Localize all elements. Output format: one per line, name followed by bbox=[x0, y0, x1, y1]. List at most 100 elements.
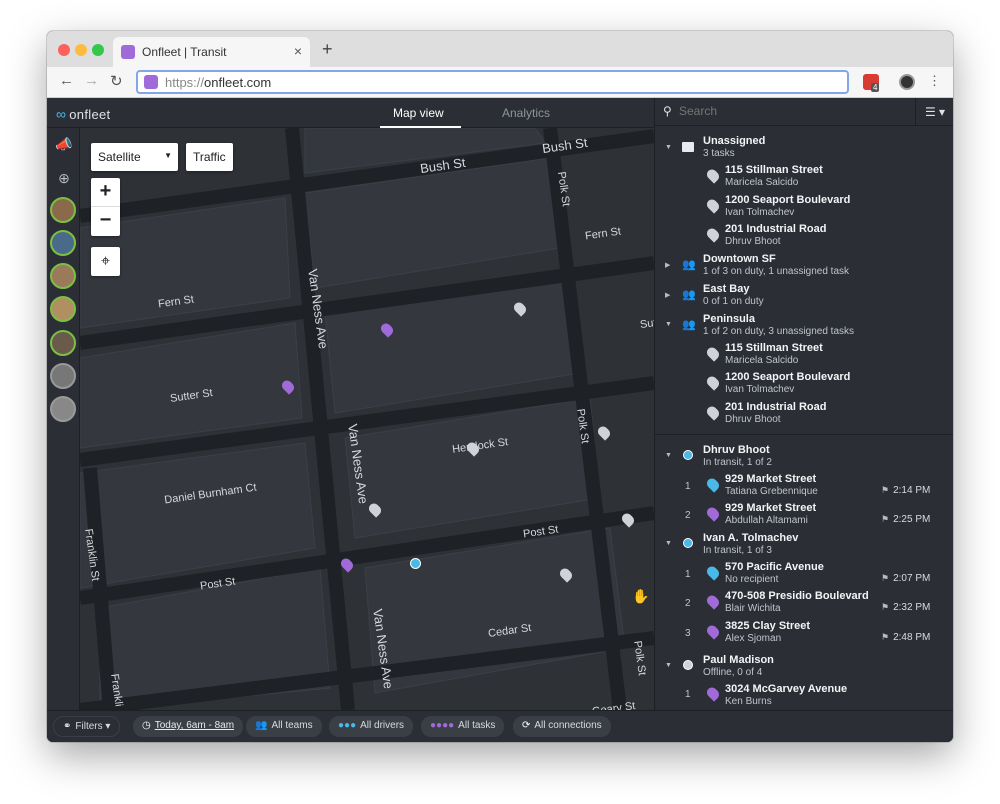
zoom-in-button[interactable]: + bbox=[91, 178, 120, 207]
driver-avatar[interactable] bbox=[50, 296, 76, 322]
tab-map-view[interactable]: Map view bbox=[380, 106, 461, 128]
driver-avatar[interactable] bbox=[50, 197, 76, 223]
team-subtitle: 0 of 1 on duty bbox=[703, 296, 764, 307]
traffic-toggle-button[interactable]: Traffic bbox=[186, 143, 233, 171]
task-eta: ⚑ 2:32 PM bbox=[881, 602, 931, 613]
task-address[interactable]: 929 Market Street bbox=[725, 473, 816, 485]
group-subtitle: 3 tasks bbox=[703, 148, 735, 159]
tab-analytics[interactable]: Analytics bbox=[502, 106, 550, 120]
driver-avatar[interactable] bbox=[50, 330, 76, 356]
locate-icon[interactable]: ⌖ bbox=[91, 247, 120, 276]
driver-avatar[interactable] bbox=[50, 396, 76, 422]
driver-status-dot bbox=[683, 450, 693, 460]
search-input[interactable] bbox=[679, 104, 899, 118]
caret-down-icon: ▼ bbox=[164, 151, 172, 160]
driver-status: In transit, 1 of 3 bbox=[703, 545, 772, 556]
right-panel: ⚲ ☰ ▾ ▼ Unassigned 3 tasks 115 Stillman … bbox=[654, 98, 953, 710]
list-view-toggle-icon[interactable]: ☰ ▾ bbox=[915, 98, 953, 126]
driver-name[interactable]: Paul Madison bbox=[703, 654, 774, 666]
task-recipient: Dhruv Bhoot bbox=[725, 236, 781, 247]
task-address[interactable]: 3825 Clay Street bbox=[725, 620, 810, 632]
task-address[interactable]: 3024 McGarvey Avenue bbox=[725, 683, 847, 695]
driver-status-dot bbox=[683, 660, 693, 670]
task-number: 1 bbox=[685, 689, 691, 700]
pin-icon bbox=[704, 167, 722, 184]
new-tab-button[interactable]: + bbox=[322, 39, 333, 60]
megaphone-icon[interactable]: 📣 bbox=[54, 136, 74, 156]
task-address[interactable]: 201 Industrial Road bbox=[725, 223, 826, 235]
task-address[interactable]: 929 Market Street bbox=[725, 502, 816, 514]
forward-arrow-icon[interactable]: → bbox=[84, 72, 99, 89]
tab-close-icon[interactable]: × bbox=[294, 43, 302, 59]
hand-cursor-icon: ✋ bbox=[632, 588, 650, 604]
zoom-out-button[interactable]: − bbox=[91, 207, 120, 236]
team-title[interactable]: East Bay bbox=[703, 283, 749, 295]
site-icon bbox=[144, 75, 158, 89]
task-eta: ⚑ 2:48 PM bbox=[881, 632, 931, 643]
driver-avatar[interactable] bbox=[50, 263, 76, 289]
task-address[interactable]: 1200 Seaport Boulevard bbox=[725, 371, 850, 383]
pin-icon bbox=[704, 564, 722, 581]
group-title[interactable]: Unassigned bbox=[703, 135, 765, 147]
pin-icon bbox=[704, 476, 722, 493]
team-title[interactable]: Peninsula bbox=[703, 313, 755, 325]
expand-caret-icon[interactable]: ▼ bbox=[665, 540, 672, 547]
expand-caret-icon[interactable]: ▼ bbox=[665, 144, 672, 151]
task-address[interactable]: 201 Industrial Road bbox=[725, 401, 826, 413]
all-teams-button[interactable]: 👥 All teams bbox=[246, 716, 322, 737]
onfleet-app: ∞ onfleet Map view Analytics 📣 ⊕ Bush St… bbox=[47, 98, 953, 742]
all-drivers-button[interactable]: ●●● All drivers bbox=[329, 716, 414, 737]
kebab-menu-icon[interactable]: ⋮ bbox=[928, 73, 941, 89]
driver-avatar[interactable] bbox=[50, 230, 76, 256]
driver-name[interactable]: Dhruv Bhoot bbox=[703, 444, 770, 456]
address-bar[interactable]: https://onfleet.com bbox=[136, 70, 849, 94]
task-recipient: Ivan Tolmachev bbox=[725, 207, 795, 218]
all-tasks-button[interactable]: ●●●● All tasks bbox=[421, 716, 505, 737]
expand-caret-icon[interactable]: ▼ bbox=[665, 321, 672, 328]
connections-icon: ⟳ bbox=[522, 720, 531, 731]
reload-icon[interactable]: ↻ bbox=[110, 72, 123, 90]
team-subtitle: 1 of 2 on duty, 3 unassigned tasks bbox=[703, 326, 855, 337]
task-recipient: Dhruv Bhoot bbox=[725, 414, 781, 425]
task-number: 2 bbox=[685, 510, 691, 521]
task-address[interactable]: 1200 Seaport Boulevard bbox=[725, 194, 850, 206]
task-recipient: Maricela Salcido bbox=[725, 177, 799, 188]
team-title[interactable]: Downtown SF bbox=[703, 253, 776, 265]
task-recipient: No recipient bbox=[725, 574, 779, 585]
date-range-button[interactable]: ◷ Today, 6am - 8am bbox=[133, 716, 244, 737]
task-number: 3 bbox=[685, 628, 691, 639]
panel-search-bar: ⚲ ☰ ▾ bbox=[655, 98, 953, 126]
pin-icon bbox=[704, 404, 722, 421]
expand-caret-icon[interactable]: ▼ bbox=[665, 452, 672, 459]
task-address[interactable]: 570 Pacific Avenue bbox=[725, 561, 824, 573]
tasks-icon: ●●●● bbox=[430, 720, 455, 731]
filters-button[interactable]: ⚭ Filters ▾ bbox=[53, 716, 121, 737]
task-number: 2 bbox=[685, 598, 691, 609]
driver-name[interactable]: Ivan A. Tolmachev bbox=[703, 532, 798, 544]
task-recipient: Maricela Salcido bbox=[725, 355, 799, 366]
pin-icon bbox=[704, 197, 722, 214]
driver-location-marker[interactable] bbox=[410, 558, 421, 569]
map-type-select[interactable]: Satellite ▼ bbox=[91, 143, 178, 171]
map-canvas[interactable]: Bush St Bush St Polk St Fern St Fern St … bbox=[80, 128, 654, 710]
back-arrow-icon[interactable]: ← bbox=[59, 72, 74, 89]
tab-title: Onfleet | Transit bbox=[142, 45, 227, 59]
profile-avatar-icon[interactable] bbox=[899, 74, 915, 90]
pin-icon bbox=[704, 623, 722, 640]
flag-icon: ⚑ bbox=[881, 632, 890, 642]
maximize-window-button[interactable] bbox=[92, 44, 104, 56]
expand-caret-icon[interactable]: ▼ bbox=[665, 662, 672, 669]
task-address[interactable]: 115 Stillman Street bbox=[725, 164, 823, 176]
expand-caret-icon[interactable]: ▶ bbox=[665, 291, 670, 299]
driver-avatar[interactable] bbox=[50, 363, 76, 389]
minimize-window-button[interactable] bbox=[75, 44, 87, 56]
flag-icon: ⚑ bbox=[881, 602, 890, 612]
task-address[interactable]: 115 Stillman Street bbox=[725, 342, 823, 354]
browser-tab[interactable]: Onfleet | Transit × bbox=[113, 37, 310, 67]
expand-caret-icon[interactable]: ▶ bbox=[665, 261, 670, 269]
add-task-icon[interactable]: ⊕ bbox=[54, 170, 74, 190]
task-address[interactable]: 470-508 Presidio Boulevard bbox=[725, 590, 869, 602]
team-icon: 👥 bbox=[255, 720, 268, 731]
all-connections-button[interactable]: ⟳ All connections bbox=[513, 716, 611, 737]
close-window-button[interactable] bbox=[58, 44, 70, 56]
